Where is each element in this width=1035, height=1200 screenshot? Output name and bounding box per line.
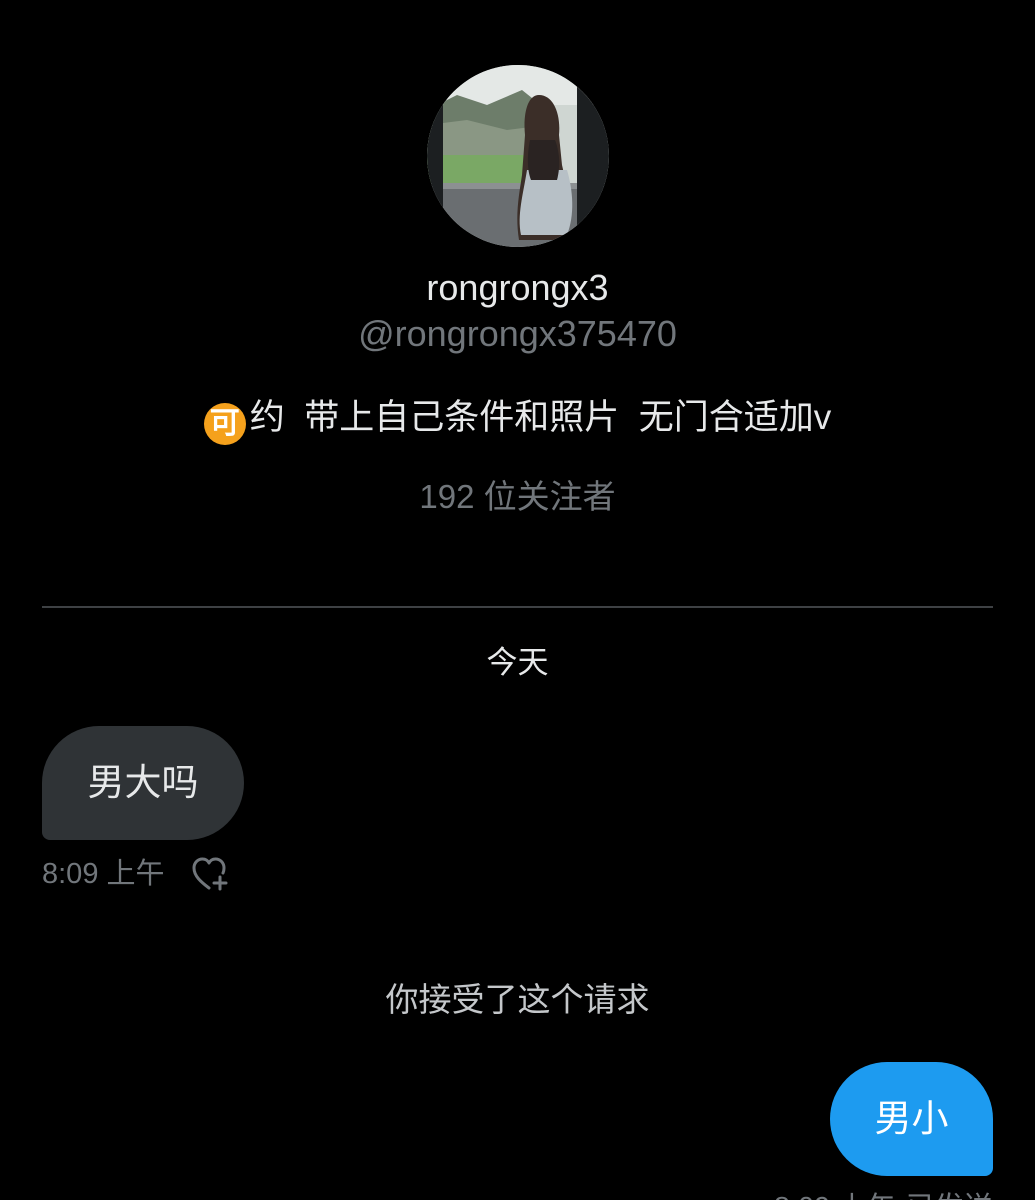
- bio-badge-emoji: 可: [203, 403, 246, 445]
- followers-count[interactable]: 192 位关注者: [0, 475, 1035, 519]
- profile-bio: 可约 带上自己条件和照片 无门合适加v: [0, 394, 1035, 445]
- bio-text: 约 带上自己条件和照片 无门合适加v: [249, 398, 832, 437]
- incoming-message-bubble[interactable]: 男大吗: [42, 726, 244, 840]
- request-accepted-notice: 你接受了这个请求: [385, 981, 650, 1018]
- profile-avatar[interactable]: [427, 65, 609, 247]
- message-timestamp: 8:09 上午: [42, 858, 165, 890]
- heart-plus-icon[interactable]: [189, 852, 233, 896]
- outgoing-message-bubble[interactable]: 男小: [830, 1062, 993, 1176]
- incoming-message-meta: 8:09 上午: [42, 852, 233, 896]
- profile-divider: [42, 606, 993, 608]
- profile-handle: @rongrongx375470: [358, 313, 677, 354]
- date-separator: 今天: [486, 645, 549, 680]
- avatar-photo: [427, 65, 609, 247]
- profile-display-name[interactable]: rongrongx3: [0, 266, 1035, 310]
- outgoing-message-meta: 8:09 上午·已发送: [774, 1188, 993, 1200]
